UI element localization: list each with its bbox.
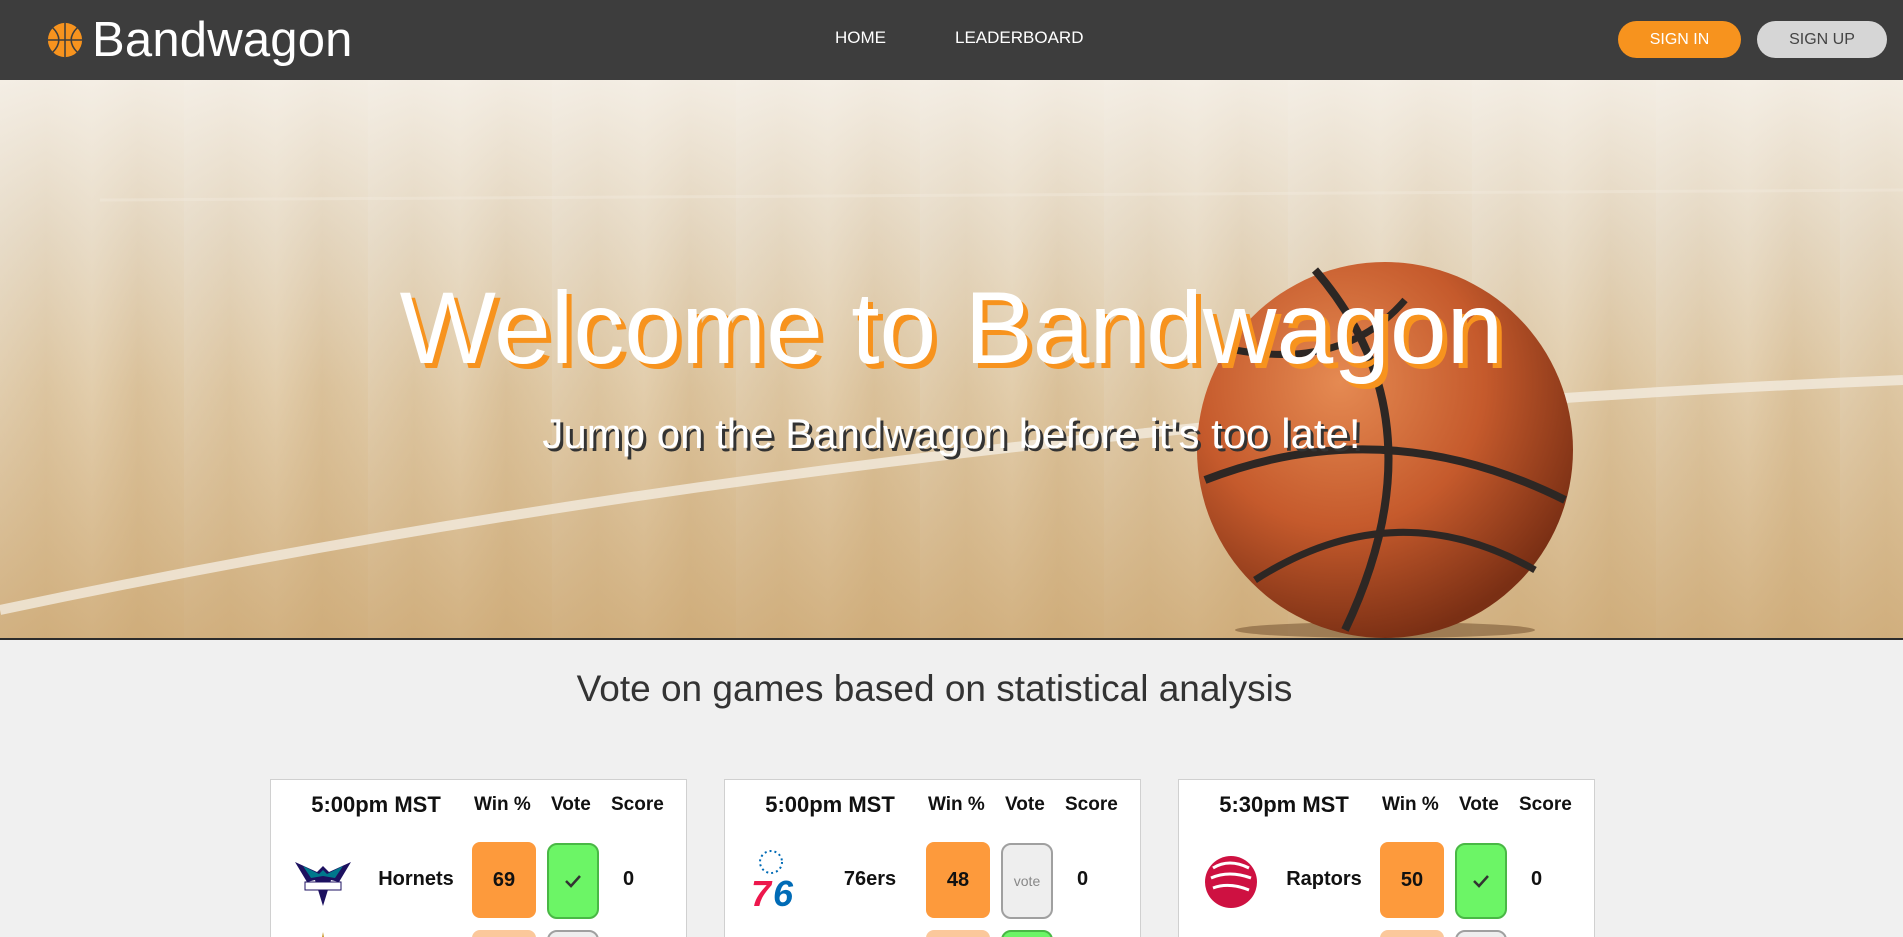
hero-subtitle: Jump on the Bandwagon before it's too la…: [542, 410, 1361, 457]
hero-banner: Welcome to Bandwagon Jump on the Bandwag…: [0, 80, 1903, 640]
score-value: 0: [623, 868, 635, 890]
vote-button[interactable]: [547, 930, 599, 937]
nav-home-link[interactable]: HOME: [835, 28, 886, 48]
win-percent: [926, 930, 990, 937]
sign-in-button[interactable]: SIGN IN: [1618, 21, 1741, 58]
team-name: 76ers: [843, 868, 897, 890]
vote-button[interactable]: vote: [1001, 843, 1053, 919]
vote-button[interactable]: [1455, 843, 1507, 919]
score-header: Score: [1065, 794, 1118, 815]
raptors-logo: [1205, 856, 1257, 908]
brand-logo[interactable]: Bandwagon: [46, 10, 353, 70]
hero-divider: [0, 638, 1903, 640]
win-percent: 50: [1380, 842, 1444, 918]
score-header: Score: [611, 794, 664, 815]
team-logo: [322, 932, 324, 937]
nav-leaderboard-link[interactable]: LEADERBOARD: [955, 28, 1083, 48]
win-header: Win %: [474, 794, 531, 815]
win-percent: 48: [926, 842, 990, 918]
section-title: Vote on games based on statistical analy…: [576, 668, 1293, 709]
vote-header: Vote: [1005, 794, 1045, 815]
svg-text:7: 7: [751, 873, 773, 912]
score-value: 0: [1077, 868, 1089, 890]
brand-name: Bandwagon: [92, 13, 353, 67]
top-navbar: Bandwagon HOME LEADERBOARD SIGN IN SIGN …: [0, 0, 1903, 80]
vote-header: Vote: [551, 794, 591, 815]
win-percent: [472, 930, 536, 937]
win-header: Win %: [1382, 794, 1439, 815]
score-value: 0: [1531, 868, 1543, 890]
vote-button[interactable]: [547, 843, 599, 919]
check-icon: [565, 875, 581, 888]
team-name: Hornets: [378, 868, 454, 890]
team-name: Raptors: [1286, 868, 1362, 890]
sign-up-button[interactable]: SIGN UP: [1757, 21, 1887, 58]
hero-title: Welcome to Bandwagon: [399, 271, 1504, 385]
basketball-icon: [47, 22, 83, 58]
hornets-logo: [295, 862, 351, 906]
vote-button[interactable]: [1001, 930, 1053, 937]
game-time: 5:30pm MST: [1219, 792, 1349, 817]
win-header: Win %: [928, 794, 985, 815]
vote-button[interactable]: [1455, 930, 1507, 937]
game-time: 5:00pm MST: [311, 792, 441, 817]
game-time: 5:00pm MST: [765, 792, 895, 817]
check-icon: [1473, 875, 1489, 888]
win-percent: 69: [472, 842, 536, 918]
win-percent: [1380, 930, 1444, 937]
vote-header: Vote: [1459, 794, 1499, 815]
score-header: Score: [1519, 794, 1572, 815]
game-card: 5:30pm MST Win % Vote Score Raptors 50 0: [1178, 779, 1595, 937]
sixers-logo: 7 6: [751, 850, 794, 912]
game-card: 5:00pm MST Win % Vote Score 7 6 76ers 48…: [724, 779, 1141, 937]
svg-text:6: 6: [773, 873, 794, 912]
game-card: 5:00pm MST Win % Vote Score Hornets 69 0: [270, 779, 687, 937]
